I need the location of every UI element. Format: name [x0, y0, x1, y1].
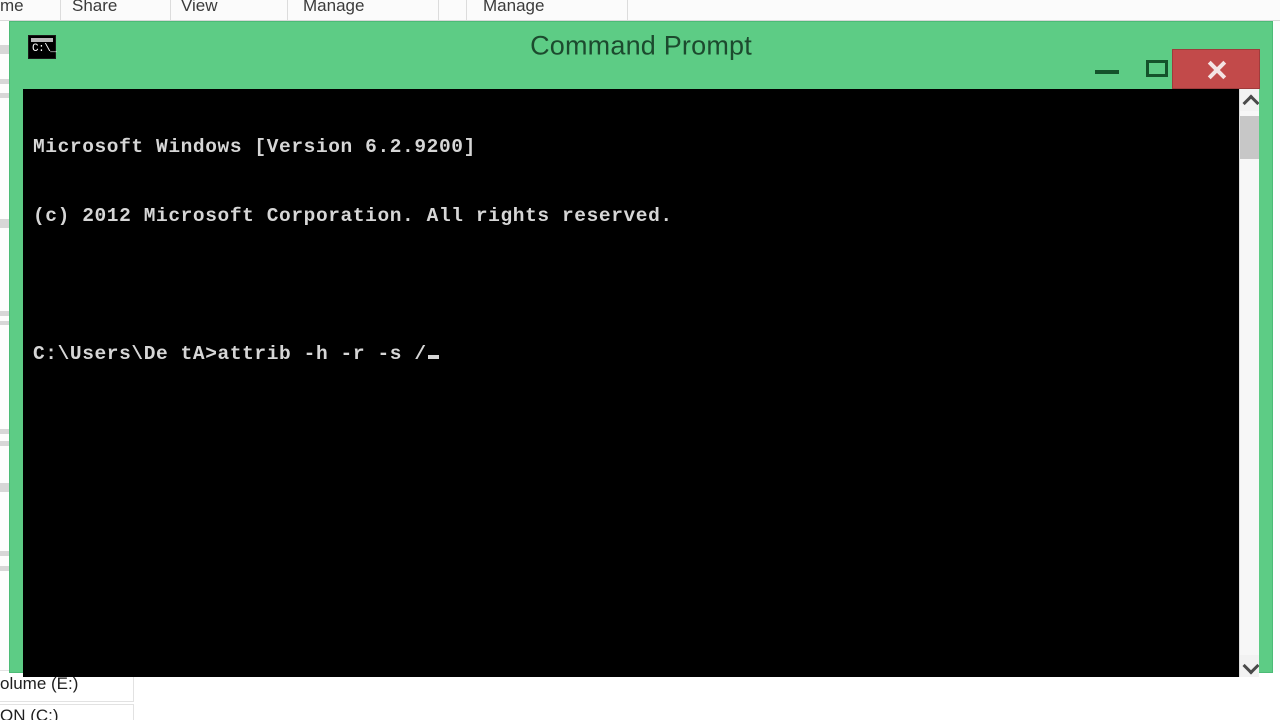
- explorer-drive-list: olume (E:) ON (C:): [0, 670, 1280, 720]
- ribbon-tab-manage-2[interactable]: Manage: [483, 0, 544, 16]
- console-text-buffer: Microsoft Windows [Version 6.2.9200] (c)…: [33, 90, 673, 412]
- ribbon-tab-manage-1[interactable]: Manage: [303, 0, 364, 16]
- chevron-up-icon: [1242, 94, 1259, 112]
- ribbon-separator: [438, 0, 439, 20]
- ribbon-tab-share[interactable]: Share: [72, 0, 117, 16]
- scrollbar-up-button[interactable]: [1240, 89, 1259, 112]
- window-titlebar[interactable]: C:\_ Command Prompt: [10, 22, 1272, 89]
- console-scrollbar[interactable]: [1239, 89, 1259, 677]
- explorer-ribbon-tabs: me Share View Manage Manage: [0, 0, 1280, 21]
- console-prompt-command: C:\Users\De tA>attrib -h -r -s /: [33, 343, 427, 365]
- ribbon-tab-home[interactable]: me: [0, 0, 24, 16]
- command-prompt-window: C:\_ Command Prompt Microsoft Windows [V…: [10, 22, 1272, 677]
- ribbon-separator: [60, 0, 61, 20]
- scrollbar-thumb[interactable]: [1240, 116, 1259, 159]
- close-button[interactable]: [1172, 49, 1260, 89]
- scrollbar-down-button[interactable]: [1240, 655, 1259, 677]
- console-line-version: Microsoft Windows [Version 6.2.9200]: [33, 136, 476, 158]
- console-line-copyright: (c) 2012 Microsoft Corporation. All righ…: [33, 205, 673, 227]
- console-icon-titlebar: [31, 38, 53, 42]
- console-icon-text: C:\_: [32, 43, 57, 55]
- ribbon-separator: [627, 0, 628, 20]
- scrollbar-track[interactable]: [1240, 111, 1259, 655]
- ribbon-tab-view[interactable]: View: [181, 0, 218, 16]
- minimize-icon: [1095, 70, 1119, 74]
- window-title-text: Command Prompt: [530, 30, 752, 61]
- minimize-button[interactable]: [1082, 49, 1132, 89]
- drive-label-e[interactable]: olume (E:): [0, 674, 78, 694]
- chevron-down-icon: [1242, 657, 1259, 675]
- ribbon-separator: [466, 0, 467, 20]
- ribbon-separator: [170, 0, 171, 20]
- console-line-prompt: C:\Users\De tA>attrib -h -r -s /: [33, 343, 673, 366]
- explorer-navigation-pane-sliver: [0, 21, 9, 671]
- screen-root: me Share View Manage Manage olume (E:) O…: [0, 0, 1280, 720]
- drive-label-c[interactable]: ON (C:): [0, 706, 59, 720]
- console-icon[interactable]: C:\_: [28, 35, 57, 59]
- maximize-icon: [1146, 60, 1168, 77]
- console-cursor: [427, 355, 439, 359]
- ribbon-separator: [287, 0, 288, 20]
- console-output-area[interactable]: Microsoft Windows [Version 6.2.9200] (c)…: [23, 89, 1259, 677]
